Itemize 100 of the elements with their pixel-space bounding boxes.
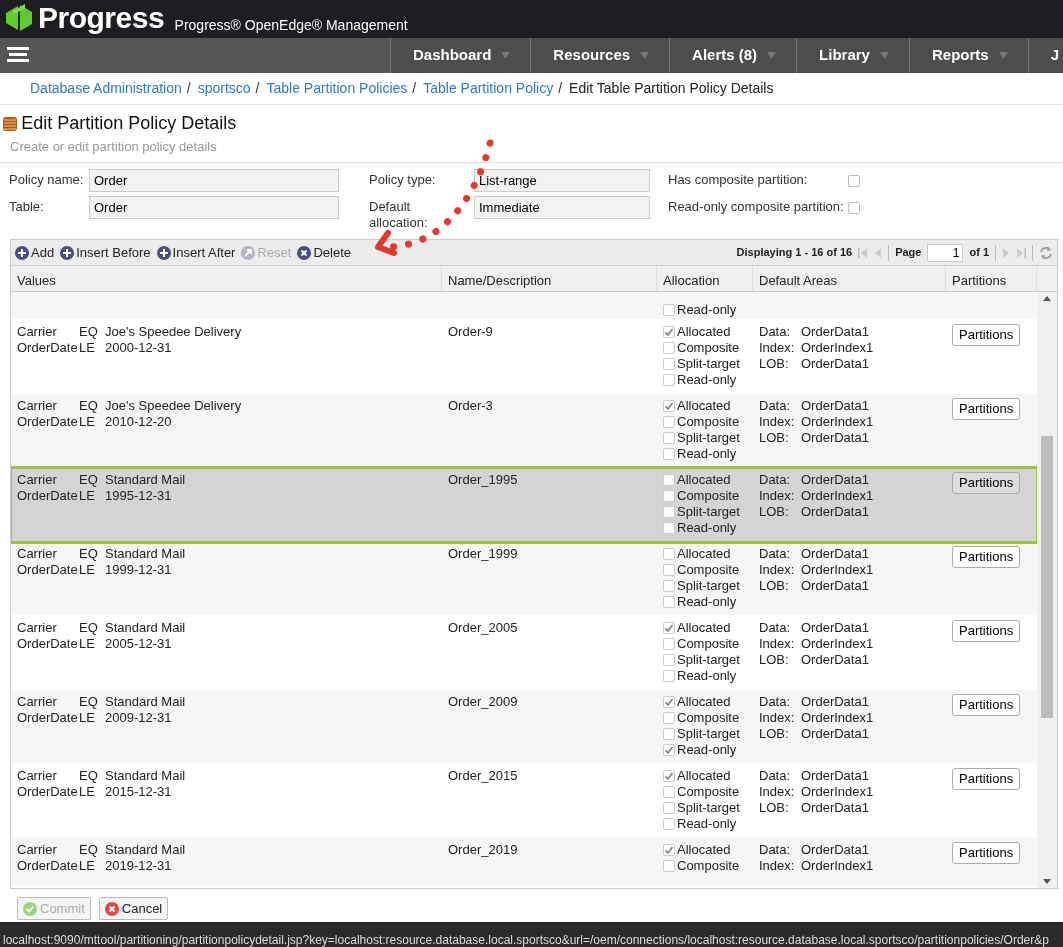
breadcrumb-link[interactable]: Table Partition Policies (266, 78, 408, 99)
checkbox[interactable] (663, 580, 675, 592)
scroll-up-icon[interactable] (1043, 296, 1051, 301)
area-label: LOB: (759, 356, 790, 372)
checkbox[interactable] (663, 596, 675, 608)
next-page-icon[interactable] (1002, 246, 1010, 259)
checkbox[interactable] (663, 818, 675, 830)
partitions-button[interactable]: Partitions (952, 398, 1021, 420)
partitions-button[interactable]: Partitions (952, 842, 1021, 864)
column-header[interactable]: Allocation (657, 266, 753, 291)
nav-menu-item[interactable]: Reports (908, 38, 1028, 73)
scroll-down-icon[interactable] (1043, 879, 1051, 884)
nav-menu-item[interactable]: J (1027, 38, 1063, 73)
nav-menu-item[interactable]: Dashboard (390, 38, 531, 73)
checkbox[interactable] (663, 728, 675, 740)
checkbox[interactable] (663, 400, 675, 412)
table-cell: OrderDate (17, 340, 79, 356)
text-field[interactable]: List-range (474, 168, 650, 192)
table-cell-text: Carrier (17, 694, 58, 710)
nav-menu-item[interactable]: Alerts (8) (669, 38, 797, 73)
checkbox[interactable] (663, 416, 675, 428)
checkbox[interactable] (848, 174, 860, 187)
area-value: OrderData1 (801, 652, 869, 668)
menu-icon[interactable] (6, 46, 30, 64)
refresh-icon[interactable] (1039, 245, 1053, 260)
column-header[interactable]: Name/Description (442, 266, 657, 291)
table-cell-text: Carrier (17, 546, 58, 562)
footer-button[interactable]: Cancel (98, 897, 169, 920)
checkbox[interactable] (663, 432, 675, 444)
partitions-button[interactable]: Partitions (952, 546, 1021, 568)
area-label: Data: (759, 324, 792, 340)
checkbox[interactable] (663, 506, 675, 518)
text-field[interactable]: Immediate (474, 196, 650, 219)
area-label: Index: (759, 636, 796, 652)
checkbox[interactable] (848, 202, 860, 214)
table-row[interactable]: Read-only (11, 292, 1037, 320)
area-value: OrderIndex1 (801, 636, 874, 652)
checkbox[interactable] (663, 564, 675, 576)
checkbox[interactable] (663, 622, 675, 634)
checkbox[interactable] (663, 448, 675, 460)
checkbox[interactable] (663, 770, 675, 782)
text-field[interactable]: Order (89, 168, 339, 192)
table-cell-text: LE (79, 636, 96, 652)
nav-menu-item[interactable]: Resources (530, 38, 670, 73)
checkbox[interactable] (663, 712, 675, 724)
checkbox[interactable] (663, 860, 675, 872)
partitions-button[interactable]: Partitions (952, 324, 1021, 346)
area-value: OrderData1 (801, 800, 869, 816)
breadcrumb-link[interactable]: sportsco (197, 78, 251, 99)
checkbox[interactable] (663, 696, 675, 708)
checkbox-label: Allocated (677, 472, 731, 488)
checkbox[interactable] (663, 304, 675, 316)
previous-page-icon[interactable] (874, 246, 883, 259)
checkbox[interactable] (663, 548, 675, 560)
checkbox[interactable] (663, 670, 675, 682)
checkbox[interactable] (663, 358, 675, 370)
partitions-button[interactable]: Partitions (952, 768, 1021, 790)
checkbox[interactable] (663, 374, 675, 386)
column-header[interactable]: Default Areas (753, 266, 946, 291)
checkbox[interactable] (663, 744, 675, 756)
checkbox[interactable] (663, 844, 675, 856)
toolbar-button[interactable]: Add (15, 242, 55, 263)
toolbar-button[interactable]: Insert Before (60, 242, 151, 263)
partitions-button[interactable]: Partitions (952, 472, 1021, 494)
table-row[interactable]: Carrier EQ Standard Mail OrderDate LE 1999-12-31 Order_1999 Allocated Composite Split-target Read-only Data: OrderData1 Index: OrderIndex1 LOB: OrderData1 Partitions (11, 542, 1037, 616)
toolbar-button[interactable]: Insert After (156, 242, 236, 263)
check-icon (23, 901, 37, 916)
toolbar-button[interactable]: Delete (297, 242, 351, 263)
checkbox[interactable] (663, 654, 675, 666)
checkbox[interactable] (663, 522, 675, 534)
checkbox[interactable] (663, 474, 675, 486)
checkbox[interactable] (663, 786, 675, 798)
checkbox-label: Composite (677, 414, 740, 430)
table-row[interactable]: Carrier EQ Joe's Speedee Delivery OrderDate LE 2010-12-20 Order-3 Allocated Composite Split-target Read-only Data: OrderData1 Index: OrderIndex1 LOB: OrderData1 Partitions (11, 394, 1037, 468)
area-value: OrderIndex1 (801, 710, 874, 726)
table-row[interactable]: Carrier EQ Standard Mail OrderDate LE 2009-12-31 Order_2009 Allocated Composite Split-target Read-only Data: OrderData1 Index: OrderIndex1 LOB: OrderData1 Partitions (11, 690, 1037, 764)
first-page-icon[interactable] (858, 246, 869, 259)
nav-menu-item[interactable]: Library (796, 38, 909, 73)
text-field[interactable]: Order (89, 196, 339, 219)
checkbox[interactable] (663, 638, 675, 650)
scrollbar[interactable] (1037, 292, 1057, 888)
column-header[interactable]: Values (11, 266, 442, 291)
table-row[interactable]: Carrier EQ Standard Mail OrderDate LE 2019-12-31 Order_2019 Allocated Composite Data: OrderData1 Index: OrderIndex1 Partitions (11, 838, 1037, 887)
page-number-field[interactable]: 1 (927, 243, 964, 262)
column-header[interactable]: Partitions (946, 266, 1037, 291)
checkbox[interactable] (663, 490, 675, 502)
breadcrumb-link[interactable]: Database Administration (30, 78, 182, 99)
area-value: OrderIndex1 (801, 488, 874, 504)
partitions-button[interactable]: Partitions (952, 694, 1021, 716)
table-cell-text: EQ (79, 472, 99, 488)
last-page-icon[interactable] (1016, 246, 1026, 259)
area-value: OrderData1 (801, 578, 869, 594)
field-label: Table: (9, 198, 45, 215)
checkbox[interactable] (663, 326, 675, 338)
checkbox[interactable] (663, 342, 675, 354)
partitions-button[interactable]: Partitions (952, 620, 1021, 642)
breadcrumb-link[interactable]: Table Partition Policy (423, 78, 554, 99)
area-label: LOB: (759, 652, 790, 668)
checkbox[interactable] (663, 802, 675, 814)
table-row[interactable]: Carrier EQ Standard Mail OrderDate LE 1995-12-31 Order_1995 Allocated Composite Split-target Read-only Data: OrderData1 Index: OrderIndex1 LOB: OrderData1 Partitions (11, 468, 1037, 542)
